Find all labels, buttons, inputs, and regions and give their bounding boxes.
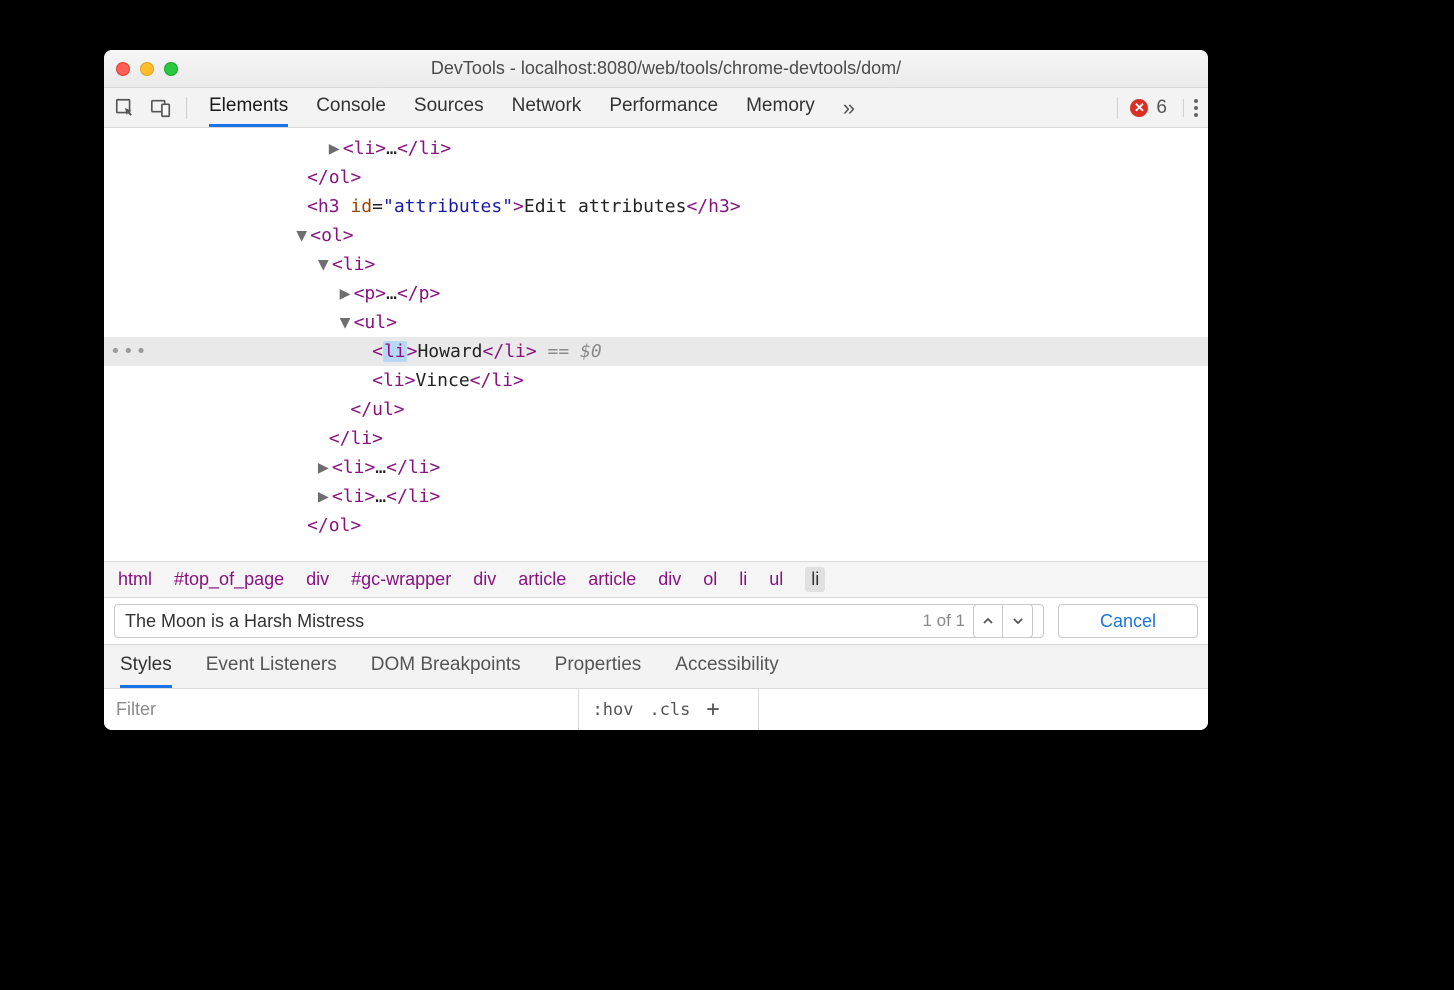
subtab-event-listeners[interactable]: Event Listeners <box>206 645 337 688</box>
context-menu-icon[interactable]: ••• <box>110 337 149 366</box>
search-next-icon[interactable] <box>1003 604 1033 638</box>
search-bar: 1 of 1 Cancel <box>104 597 1208 644</box>
breadcrumb: html #top_of_page div #gc-wrapper div ar… <box>104 561 1208 597</box>
dom-row[interactable]: </li> <box>104 424 1208 453</box>
expand-arrow-icon[interactable]: ▶ <box>329 134 343 163</box>
collapse-arrow-icon[interactable]: ▼ <box>296 221 310 250</box>
crumb-ol[interactable]: ol <box>703 569 717 590</box>
dom-row[interactable]: ▶<li>…</li> <box>104 482 1208 511</box>
collapse-arrow-icon[interactable]: ▼ <box>340 308 354 337</box>
menu-icon[interactable] <box>1183 99 1198 117</box>
devtools-window: DevTools - localhost:8080/web/tools/chro… <box>104 50 1208 730</box>
dom-row-selected[interactable]: <li>Howard</li> == $0 <box>104 337 1208 366</box>
dom-row[interactable]: </ol> <box>104 163 1208 192</box>
crumb-li[interactable]: li <box>739 569 747 590</box>
device-toggle-icon[interactable] <box>150 97 172 119</box>
dom-row[interactable]: <h3 id="attributes">Edit attributes</h3> <box>104 192 1208 221</box>
dom-row[interactable]: ▼<ul> <box>104 308 1208 337</box>
cls-toggle[interactable]: .cls <box>649 700 690 720</box>
search-box: 1 of 1 <box>114 604 1044 638</box>
dom-row[interactable]: </ol> <box>104 511 1208 540</box>
error-icon[interactable]: ✕ <box>1130 99 1148 117</box>
collapse-arrow-icon[interactable]: ▼ <box>318 250 332 279</box>
subtab-accessibility[interactable]: Accessibility <box>675 645 778 688</box>
crumb-div[interactable]: div <box>658 569 681 590</box>
dom-row[interactable]: </ul> <box>104 395 1208 424</box>
dom-row[interactable]: ▼<li> <box>104 250 1208 279</box>
crumb-div[interactable]: div <box>306 569 329 590</box>
crumb-gc-wrapper[interactable]: #gc-wrapper <box>351 569 451 590</box>
window-controls <box>116 62 178 76</box>
search-prev-icon[interactable] <box>973 604 1003 638</box>
tabs-overflow-icon[interactable]: » <box>843 88 855 127</box>
tab-performance[interactable]: Performance <box>609 88 718 127</box>
cancel-button[interactable]: Cancel <box>1058 604 1198 638</box>
dom-row[interactable]: ▼<ol> <box>104 221 1208 250</box>
crumb-article[interactable]: article <box>518 569 566 590</box>
subtab-styles[interactable]: Styles <box>120 645 172 688</box>
styles-empty-pane <box>758 689 1209 730</box>
panel-tabs: Elements Console Sources Network Perform… <box>187 88 1109 127</box>
expand-arrow-icon[interactable]: ▶ <box>340 279 354 308</box>
error-count[interactable]: 6 <box>1156 97 1167 119</box>
expand-arrow-icon[interactable]: ▶ <box>318 482 332 511</box>
tab-network[interactable]: Network <box>512 88 582 127</box>
new-style-rule-icon[interactable]: + <box>706 697 719 722</box>
search-count: 1 of 1 <box>922 611 965 631</box>
expand-arrow-icon[interactable]: ▶ <box>318 453 332 482</box>
search-input[interactable] <box>125 611 914 632</box>
crumb-ul[interactable]: ul <box>769 569 783 590</box>
subtab-dom-breakpoints[interactable]: DOM Breakpoints <box>371 645 521 688</box>
crumb-li-current[interactable]: li <box>805 567 825 592</box>
tab-elements[interactable]: Elements <box>209 88 288 127</box>
inspect-icon[interactable] <box>114 97 136 119</box>
styles-filter-row: :hov .cls + <box>104 688 1208 730</box>
hov-toggle[interactable]: :hov <box>593 700 634 720</box>
dom-row[interactable]: ▶<p>…</p> <box>104 279 1208 308</box>
main-toolbar: Elements Console Sources Network Perform… <box>104 88 1208 128</box>
window-title: DevTools - localhost:8080/web/tools/chro… <box>196 58 1196 79</box>
dom-row[interactable]: <li>Vince</li> <box>104 366 1208 395</box>
dom-row[interactable]: ▶<li>…</li> <box>104 134 1208 163</box>
tab-sources[interactable]: Sources <box>414 88 484 127</box>
close-icon[interactable] <box>116 62 130 76</box>
tab-console[interactable]: Console <box>316 88 386 127</box>
crumb-html[interactable]: html <box>118 569 152 590</box>
styles-filter-input[interactable] <box>104 689 578 730</box>
crumb-div[interactable]: div <box>473 569 496 590</box>
subtab-properties[interactable]: Properties <box>555 645 642 688</box>
styles-pane-tabs: Styles Event Listeners DOM Breakpoints P… <box>104 644 1208 688</box>
dom-tree[interactable]: ▶<li>…</li> </ol> <h3 id="attributes">Ed… <box>104 128 1208 561</box>
dom-row[interactable]: ▶<li>…</li> <box>104 453 1208 482</box>
titlebar: DevTools - localhost:8080/web/tools/chro… <box>104 50 1208 88</box>
tab-memory[interactable]: Memory <box>746 88 815 127</box>
zoom-icon[interactable] <box>164 62 178 76</box>
minimize-icon[interactable] <box>140 62 154 76</box>
crumb-top-of-page[interactable]: #top_of_page <box>174 569 284 590</box>
crumb-article[interactable]: article <box>588 569 636 590</box>
